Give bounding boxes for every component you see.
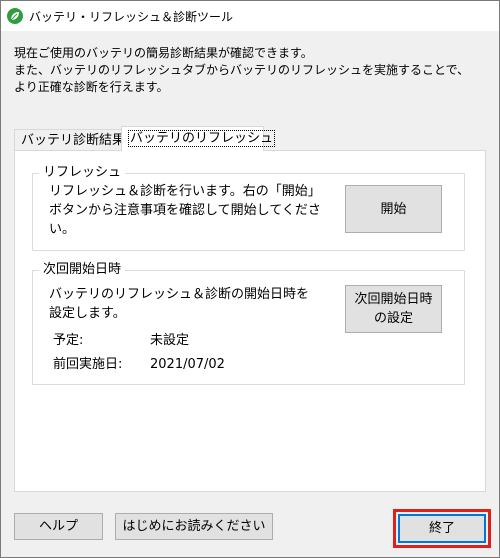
refresh-description-line: リフレッシュ＆診断を行います。右の「開始」: [49, 184, 321, 199]
schedule-description-line: バッテリのリフレッシュ＆診断の開始日時を: [49, 287, 310, 302]
tab-battery-refresh-label: バッテリのリフレッシュ: [128, 130, 276, 147]
tab-battery-refresh[interactable]: バッテリのリフレッシュ: [121, 126, 276, 151]
close-button[interactable]: 終了: [398, 514, 486, 543]
scheduled-label: 予定:: [53, 333, 84, 348]
schedule-description: バッテリのリフレッシュ＆診断の開始日時を 設定します。: [49, 285, 309, 323]
set-next-start-button-line: の設定: [373, 311, 413, 326]
refresh-group: リフレッシュ リフレッシュ＆診断を行います。右の「開始」 ボタンから注意事項を確…: [32, 165, 465, 251]
leaf-glyph-icon: [10, 12, 19, 21]
readme-button[interactable]: はじめにお読みください: [115, 513, 273, 540]
scheduled-value: 未設定: [150, 333, 190, 348]
intro-line: より正確な診断を行えます。: [14, 80, 169, 94]
refresh-description: リフレッシュ＆診断を行います。右の「開始」 ボタンから注意事項を確認して開始して…: [49, 182, 321, 239]
set-next-start-button[interactable]: 次回開始日時 の設定: [345, 285, 442, 333]
title-bar[interactable]: バッテリ・リフレッシュ＆診断ツール: [1, 1, 499, 31]
intro-line: 現在ご使用のバッテリの簡易診断結果が確認できます。: [14, 46, 313, 60]
intro-line: また、バッテリのリフレッシュタブからバッテリのリフレッシュを実施することで、: [14, 63, 470, 77]
intro-text: 現在ご使用のバッテリの簡易診断結果が確認できます。 また、バッテリのリフレッシュ…: [14, 45, 484, 96]
refresh-group-legend: リフレッシュ: [39, 165, 126, 181]
schedule-group-legend: 次回開始日時: [39, 262, 126, 278]
start-button[interactable]: 開始: [345, 185, 442, 233]
app-window: バッテリ・リフレッシュ＆診断ツール 現在ご使用のバッテリの簡易診断結果が確認でき…: [0, 0, 500, 558]
refresh-tab-panel: リフレッシュ リフレッシュ＆診断を行います。右の「開始」 ボタンから注意事項を確…: [14, 150, 486, 492]
window-title: バッテリ・リフレッシュ＆診断ツール: [29, 9, 234, 24]
tab-battery-diagnosis[interactable]: バッテリ診断結果: [14, 129, 125, 151]
help-button[interactable]: ヘルプ: [14, 513, 103, 540]
green-leaf-app-icon: [7, 8, 23, 24]
last-run-value: 2021/07/02: [150, 357, 225, 372]
last-run-label: 前回実施日:: [53, 357, 123, 372]
refresh-description-line: い。: [49, 222, 76, 237]
set-next-start-button-line: 次回開始日時: [354, 292, 433, 307]
refresh-description-line: ボタンから注意事項を確認して開始してくださ: [49, 203, 321, 218]
schedule-group: 次回開始日時 バッテリのリフレッシュ＆診断の開始日時を 設定します。 次回開始日…: [32, 262, 465, 385]
schedule-description-line: 設定します。: [49, 306, 126, 321]
